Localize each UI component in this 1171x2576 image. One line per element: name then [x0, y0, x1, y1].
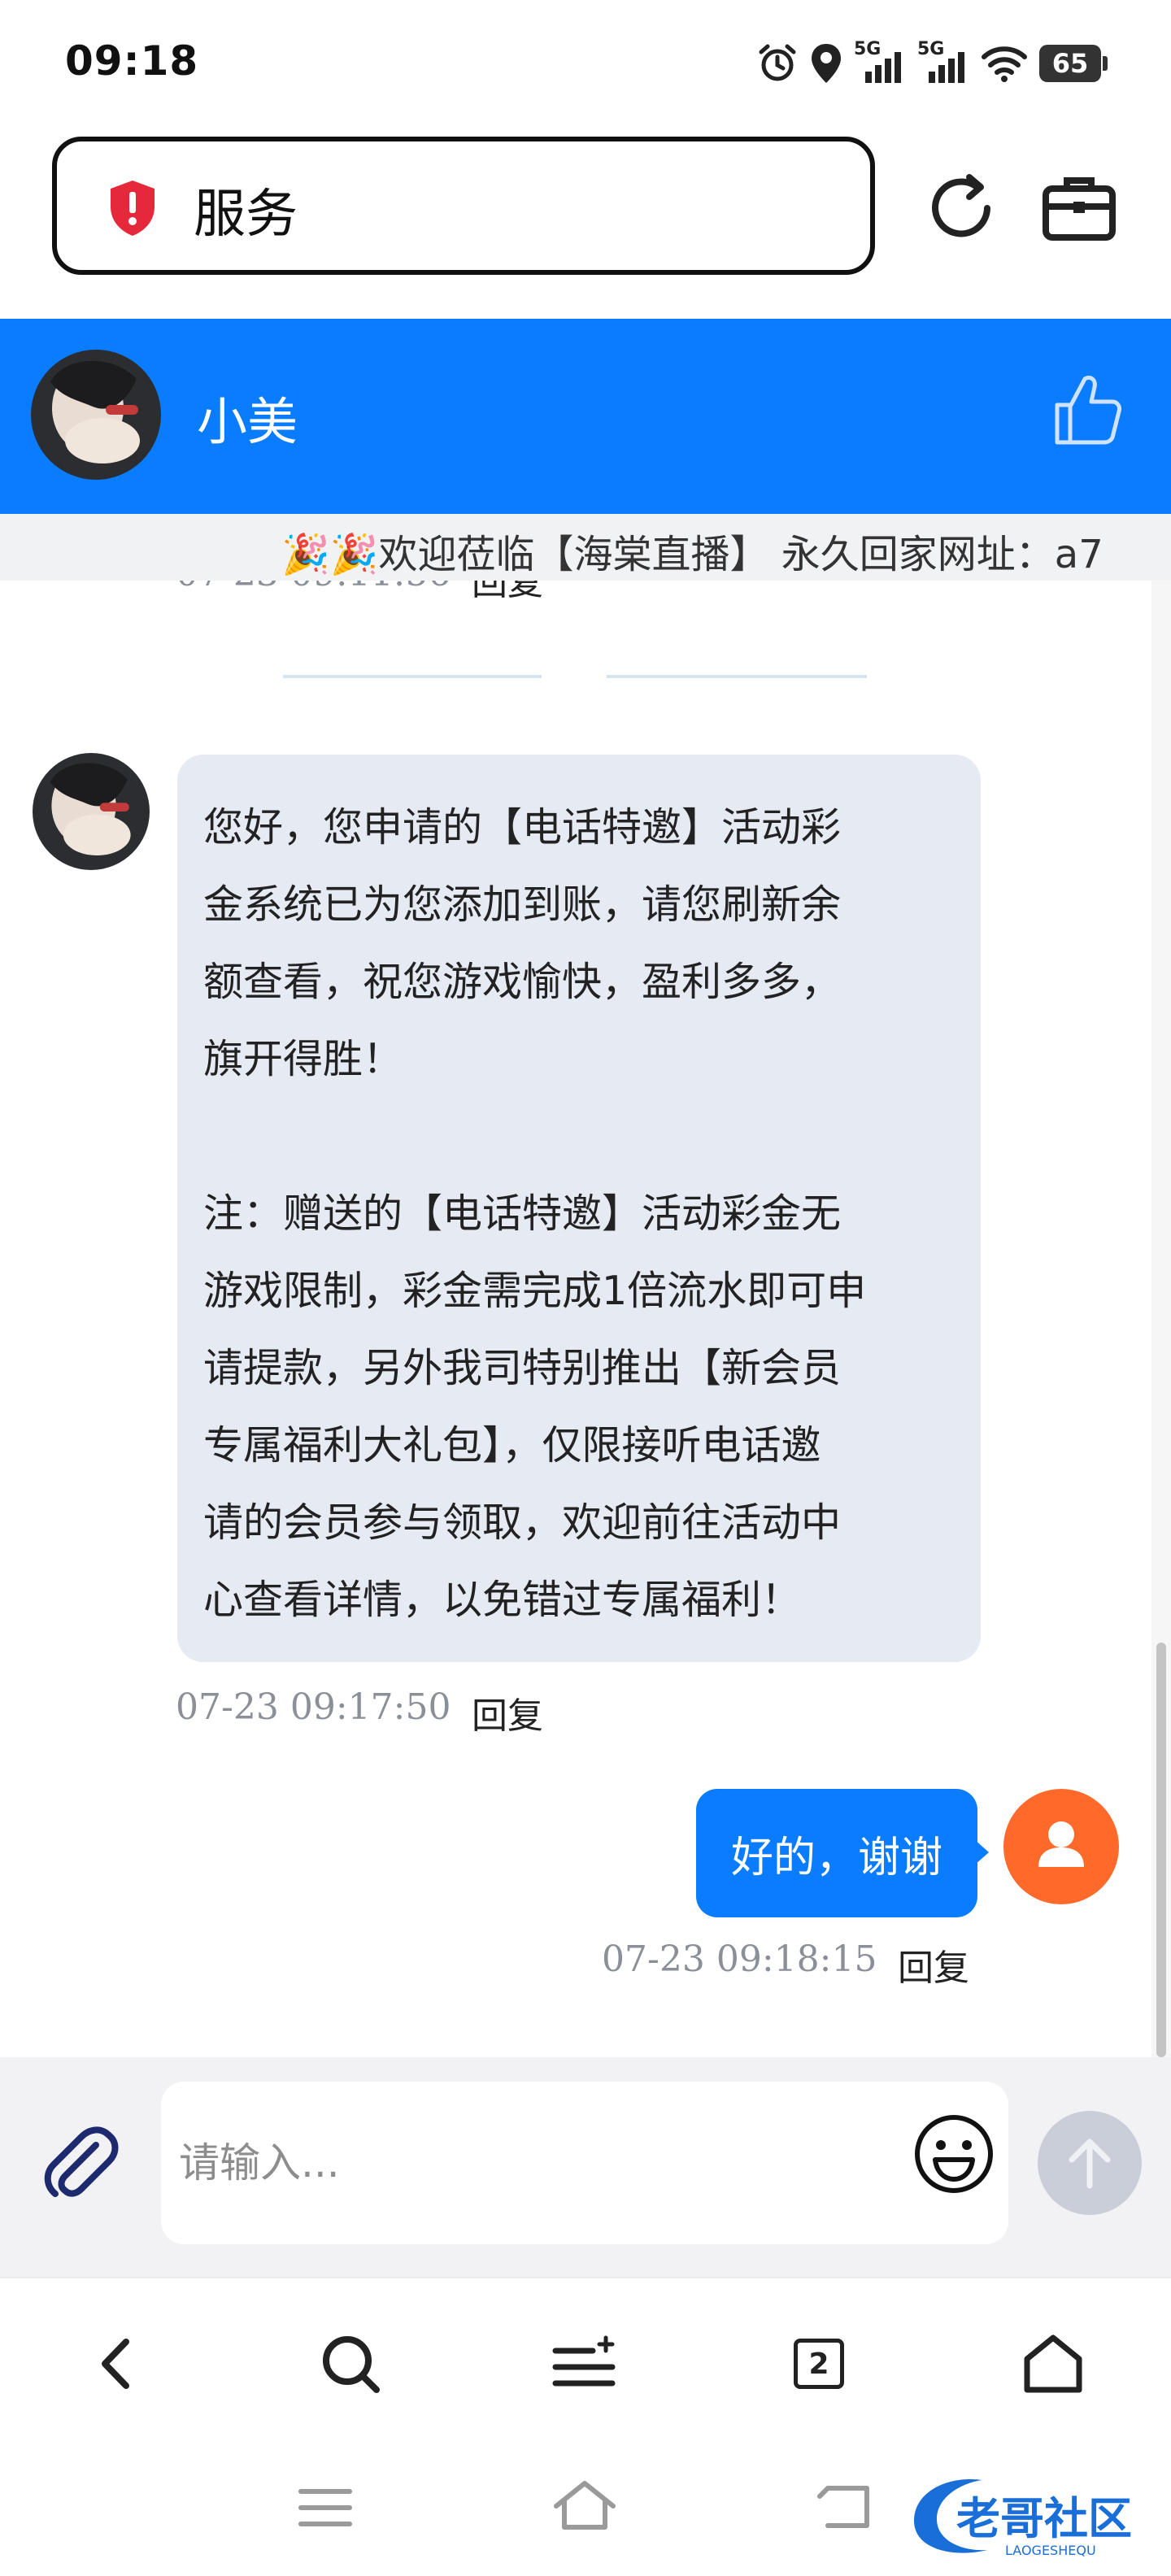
outgoing-reply-link[interactable]: 回复 [898, 1939, 969, 1991]
recent-apps-icon[interactable] [298, 2485, 353, 2530]
back-button[interactable] [80, 2327, 153, 2400]
divider-line [283, 675, 542, 678]
message-line: 您好，您申请的【电话特邀】活动彩 [203, 804, 842, 851]
announcement-marquee: 🎉🎉欢迎莅临【海棠直播】 永久回家网址：a7 [0, 514, 1171, 581]
incoming-message-time: 07-23 09:17:50 [176, 1686, 451, 1728]
status-time: 09:18 [65, 37, 199, 85]
emoji-icon[interactable] [912, 2113, 995, 2195]
watermark-subtext: LAOGESHEQU [1005, 2543, 1096, 2558]
tabs-button[interactable]: 2 [782, 2327, 855, 2400]
thumbs-up-icon[interactable] [1052, 372, 1122, 447]
system-nav-bar: 老哥社区 LAOGESHEQU [0, 2439, 1171, 2576]
divider-line [607, 675, 867, 678]
alarm-icon [759, 44, 796, 81]
signal-5g-1: 5G [854, 39, 906, 85]
menu-plus-icon [552, 2335, 616, 2387]
message-line: 专属福利大礼包】，仅限接听电话邀 [203, 1422, 821, 1469]
shield-icon [111, 181, 155, 236]
message-line: 游戏限制，彩金需完成1倍流水即可申 [203, 1268, 867, 1314]
send-button[interactable] [1038, 2111, 1142, 2215]
address-bar[interactable]: 服务 [52, 137, 875, 275]
signal-5g-2: 5G [917, 39, 969, 85]
system-back-icon[interactable] [816, 2482, 873, 2532]
battery-indicator: 65 [1039, 45, 1108, 82]
agent-name: 小美 [197, 392, 298, 451]
reload-icon[interactable] [922, 169, 1000, 247]
browser-bottom-nav: 2 [0, 2277, 1171, 2441]
incoming-message-bubble[interactable]: 您好，您申请的【电话特邀】活动彩 金系统已为您添加到账，请您刷新余 额查看，祝您… [177, 755, 981, 1662]
status-icons: 5G 5G 65 [756, 39, 1108, 88]
message-line: 旗开得胜！ [203, 1036, 403, 1082]
message-line: 额查看，祝您游戏愉快，盈利多多， [203, 959, 842, 1005]
announcement-text: 🎉🎉欢迎莅临【海棠直播】 永久回家网址：a7 [281, 532, 1104, 577]
message-input[interactable] [161, 2082, 1008, 2244]
back-icon [102, 2339, 129, 2389]
status-bar: 09:18 5G 5G 65 [0, 0, 1171, 130]
message-line: 注：赠送的【电话特邀】活动彩金无 [203, 1190, 842, 1237]
agent-message-avatar[interactable] [33, 753, 150, 870]
url-text: 服务 [194, 185, 298, 245]
message-line: 心查看详情，以免错过专属福利！ [203, 1577, 802, 1623]
previous-reply-link[interactable]: 回复 [472, 581, 543, 605]
tab-count: 2 [794, 2339, 844, 2389]
message-line: 金系统已为您添加到账，请您刷新余 [203, 881, 842, 928]
watermark-logo: 老哥社区 LAOGESHEQU [909, 2472, 1153, 2565]
agent-avatar[interactable] [31, 350, 161, 480]
system-home-icon[interactable] [551, 2478, 618, 2532]
chat-input-bar [0, 2057, 1171, 2277]
wifi-icon [982, 46, 1027, 82]
message-list[interactable]: 07-23 09:11:56 回复 您好，您申请的【电话特邀】活动彩 金系统已为… [0, 581, 1151, 2057]
search-icon [323, 2336, 380, 2393]
menu-button[interactable] [548, 2327, 621, 2400]
location-icon [812, 44, 841, 83]
send-arrow-icon [1069, 2139, 1111, 2189]
previous-message-time: 07-23 09:11:56 [176, 581, 451, 594]
search-button[interactable] [314, 2327, 387, 2400]
outgoing-message-time: 07-23 09:18:15 [602, 1939, 877, 1980]
chat-header: 小美 [0, 319, 1171, 514]
home-button[interactable] [1016, 2327, 1090, 2400]
message-line: 请提款，另外我司特别推出【新会员 [203, 1345, 842, 1391]
briefcase-icon[interactable] [1041, 172, 1117, 242]
outgoing-message-bubble[interactable]: 好的，谢谢 [696, 1789, 977, 1917]
watermark-text: 老哥社区 [956, 2493, 1132, 2544]
user-avatar[interactable] [1003, 1789, 1119, 1904]
paperclip-icon[interactable] [39, 2121, 124, 2205]
message-line: 请的会员参与领取，欢迎前往活动中 [203, 1499, 842, 1546]
scrollbar-thumb[interactable] [1156, 1643, 1166, 2057]
outgoing-bubble-tail [974, 1839, 989, 1865]
home-icon [1024, 2334, 1082, 2393]
incoming-reply-link[interactable]: 回复 [472, 1686, 543, 1738]
